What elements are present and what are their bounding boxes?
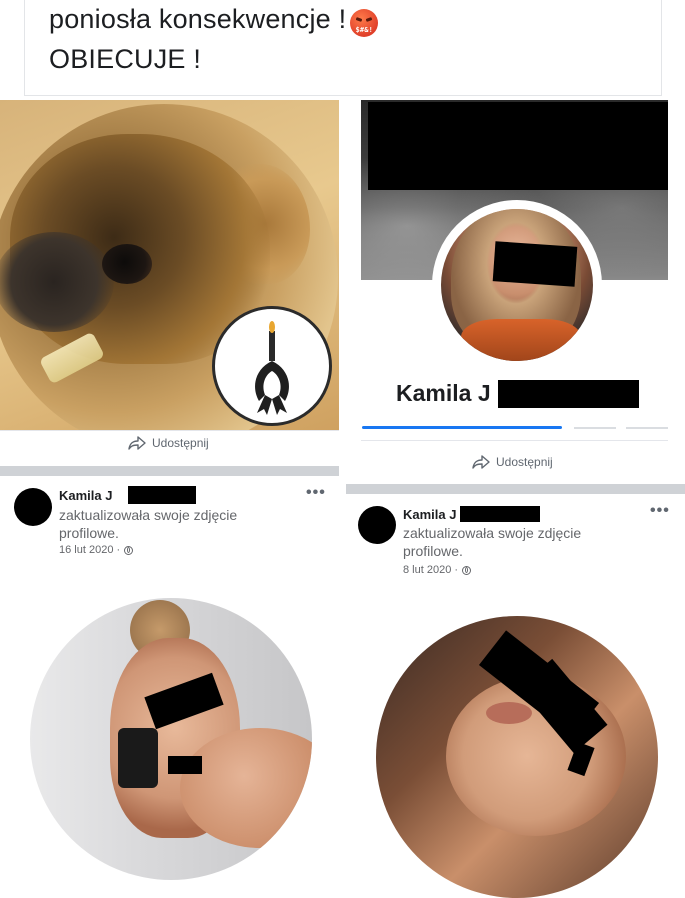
- post-action-text: zaktualizowała swoje zdjęcie profilowe.: [403, 525, 582, 559]
- avatar[interactable]: [14, 488, 52, 526]
- post-author[interactable]: Kamila J: [403, 507, 456, 522]
- redaction-bar: [460, 506, 540, 522]
- post-profile-photo[interactable]: [30, 598, 312, 880]
- globe-icon: [124, 545, 134, 555]
- tab-indicator[interactable]: [574, 427, 616, 429]
- profile-jacket: [461, 319, 581, 361]
- redaction-bar: [168, 756, 202, 774]
- post-text-line-1: poniosła konsekwencje ! $#&!: [49, 4, 379, 37]
- section-separator: [0, 466, 339, 476]
- post-text-line-2: OBIECUJE !: [49, 44, 202, 74]
- more-options-icon[interactable]: •••: [306, 484, 326, 502]
- more-options-icon[interactable]: •••: [650, 502, 670, 520]
- share-label: Udostępnij: [496, 455, 553, 469]
- post-action-text: zaktualizowała swoje zdjęcie profilowe.: [59, 507, 238, 541]
- share-label: Udostępnij: [152, 436, 209, 450]
- post-meta: 8 lut 2020 ·: [403, 564, 472, 576]
- post-text-line-1-text: poniosła konsekwencje !: [49, 4, 347, 34]
- share-arrow-icon: [472, 455, 490, 469]
- person-lips: [486, 702, 532, 724]
- share-button[interactable]: Udostępnij: [128, 436, 209, 450]
- post-date[interactable]: 16 lut 2020 ·: [59, 544, 120, 556]
- post-date[interactable]: 8 lut 2020 ·: [403, 564, 458, 576]
- redaction-bar: [128, 486, 196, 504]
- avatar[interactable]: [358, 506, 396, 544]
- dog-eye: [102, 244, 152, 284]
- dog-memorial-photo[interactable]: [0, 100, 339, 430]
- redaction-bar: [368, 102, 668, 190]
- post-text-card: poniosła konsekwencje ! $#&! OBIECUJE !: [24, 0, 662, 96]
- column-divider: [339, 100, 346, 774]
- post-author[interactable]: Kamila J: [59, 488, 112, 503]
- tab-active-indicator[interactable]: [362, 426, 562, 429]
- angry-face-icon: $#&!: [350, 9, 379, 37]
- globe-icon: [462, 565, 472, 575]
- section-separator: [346, 484, 685, 494]
- tab-indicator[interactable]: [626, 427, 668, 429]
- redaction-bar: [498, 380, 639, 408]
- profile-name[interactable]: Kamila J: [396, 380, 491, 407]
- post-meta: 16 lut 2020 ·: [59, 544, 134, 556]
- share-button[interactable]: Udostępnij: [472, 455, 553, 469]
- redaction-bar: [492, 241, 578, 287]
- phone: [118, 728, 158, 788]
- share-divider: [0, 430, 339, 431]
- share-arrow-icon: [128, 436, 146, 450]
- mourning-ribbon-candle-icon: [212, 306, 332, 426]
- share-divider: [361, 440, 668, 441]
